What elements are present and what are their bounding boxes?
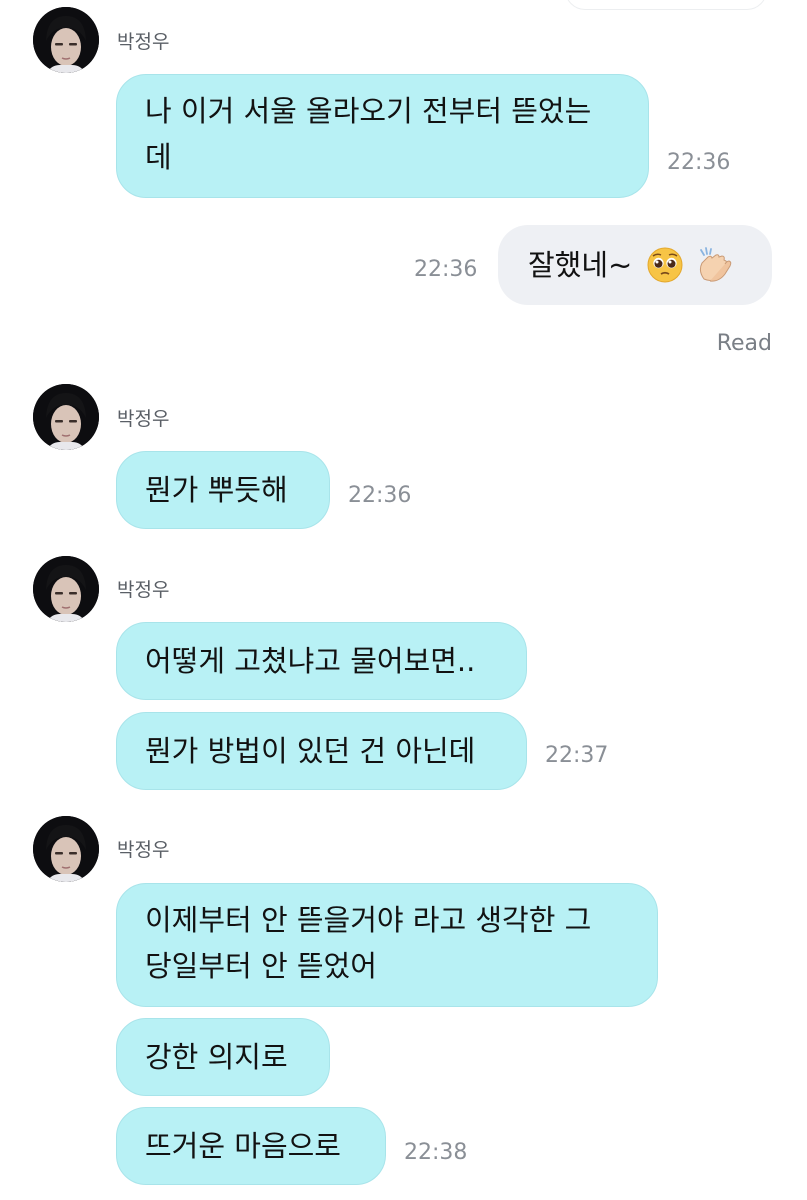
message-bubble[interactable]: 나 이거 서울 올라오기 전부터 뜯었는 데 <box>116 74 649 198</box>
previous-message-bubble <box>565 0 767 10</box>
message-timestamp: 22:38 <box>404 1140 468 1165</box>
outgoing-message-bubble[interactable]: 잘했네~ <box>498 225 772 305</box>
message-timestamp: 22:36 <box>414 257 478 282</box>
chat-screen: 박정우 나 이거 서울 올라오기 전부터 뜯었는 데 22:36 22:36 잘… <box>0 0 807 1200</box>
message-bubble[interactable]: 어떻게 고쳤냐고 물어보면.. <box>116 622 527 700</box>
message-text: 당일부터 안 뜯었어 <box>145 949 377 983</box>
message-bubble[interactable]: 뭔가 방법이 있던 건 아닌데 <box>116 712 527 790</box>
message-timestamp: 22:36 <box>348 483 412 508</box>
message-text: 데 <box>145 140 172 174</box>
avatar[interactable] <box>33 556 99 622</box>
message-text: 나 이거 서울 올라오기 전부터 뜯었는 <box>145 94 592 128</box>
message-bubble[interactable]: 이제부터 안 뜯을거야 라고 생각한 그 당일부터 안 뜯었어 <box>116 883 658 1007</box>
sender-name: 박정우 <box>117 31 170 53</box>
avatar[interactable] <box>33 7 99 73</box>
message-text: 어떻게 고쳤냐고 물어보면.. <box>145 644 476 678</box>
sender-name: 박정우 <box>117 839 170 861</box>
message-text: 뭔가 뿌듯해 <box>145 473 288 507</box>
sender-name: 박정우 <box>117 579 170 601</box>
pleading-face-icon <box>646 246 684 284</box>
avatar[interactable] <box>33 384 99 450</box>
message-bubble[interactable]: 강한 의지로 <box>116 1018 330 1096</box>
message-timestamp: 22:36 <box>667 150 731 175</box>
message-bubble[interactable]: 뭔가 뿌듯해 <box>116 451 330 529</box>
message-text: 이제부터 안 뜯을거야 라고 생각한 그 <box>145 903 592 937</box>
read-receipt: Read <box>716 331 772 356</box>
message-text: 강한 의지로 <box>145 1040 288 1074</box>
message-bubble[interactable]: 뜨거운 마음으로 <box>116 1107 386 1185</box>
sender-name: 박정우 <box>117 408 170 430</box>
avatar[interactable] <box>33 816 99 882</box>
message-text: 뜨거운 마음으로 <box>145 1129 341 1163</box>
clapping-hands-icon <box>694 245 734 285</box>
message-timestamp: 22:37 <box>545 743 609 768</box>
message-text: 잘했네~ <box>528 248 633 282</box>
message-text: 뭔가 방법이 있던 건 아닌데 <box>145 734 476 768</box>
